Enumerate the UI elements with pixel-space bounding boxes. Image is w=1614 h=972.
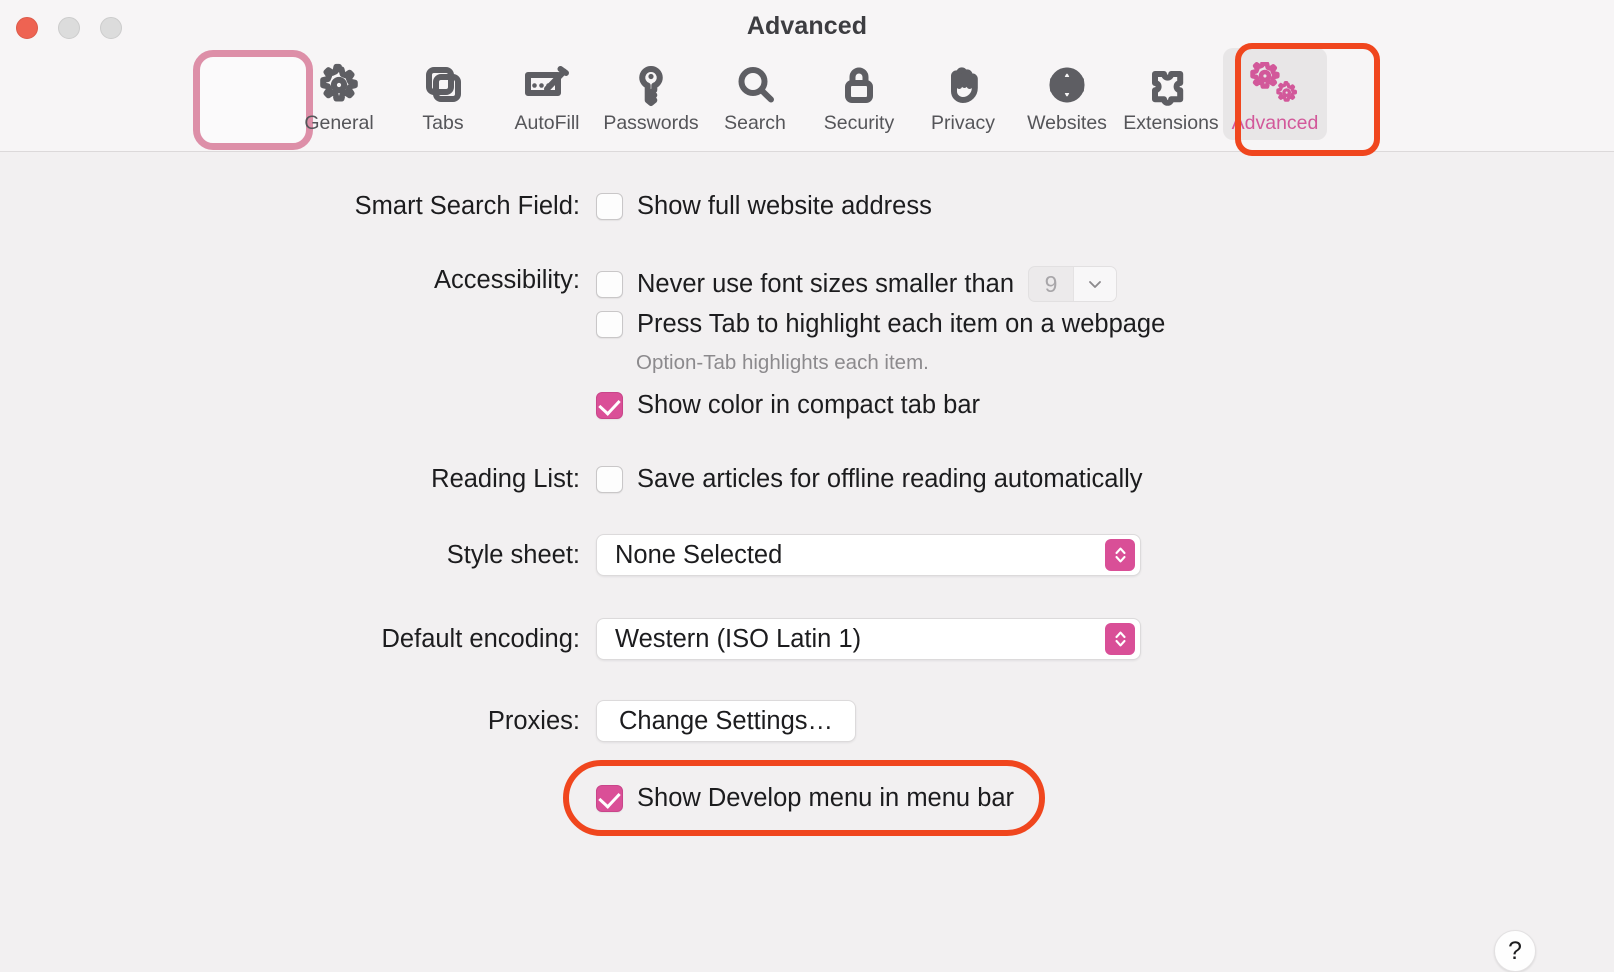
row-compact-tab-color: Show color in compact tab bar xyxy=(596,391,980,420)
chevron-down-icon[interactable] xyxy=(1073,267,1116,301)
checkbox-never-use-font-sizes-smaller-than[interactable] xyxy=(596,270,623,298)
checkbox-press-tab-highlight[interactable] xyxy=(596,311,623,338)
tab-autofill[interactable]: AutoFill xyxy=(495,48,599,140)
tab-passwords[interactable]: Passwords xyxy=(599,48,703,140)
tab-security[interactable]: Security xyxy=(807,48,911,140)
default-encoding-value: Western (ISO Latin 1) xyxy=(615,624,862,653)
font-size-value: 9 xyxy=(1044,270,1058,297)
checkbox-show-color-compact-tab-bar[interactable] xyxy=(596,392,623,419)
checkbox-show-develop-menu[interactable] xyxy=(596,785,623,812)
row-develop-menu: Show Develop menu in menu bar xyxy=(596,784,1014,813)
autofill-icon xyxy=(521,62,573,108)
tab-label-tabs: Tabs xyxy=(422,112,464,134)
double-gear-icon xyxy=(1249,62,1301,108)
globe-icon xyxy=(1044,62,1090,108)
hand-icon xyxy=(940,62,986,108)
title-bar: Advanced General Tabs AutoFill Passwords… xyxy=(0,0,1614,156)
row-smart-search-field: Show full website address xyxy=(596,192,932,221)
tab-label-autofill: AutoFill xyxy=(514,112,580,134)
hint-option-tab: Option-Tab highlights each item. xyxy=(636,351,929,374)
window-title: Advanced xyxy=(746,12,868,40)
checkbox-save-articles-offline[interactable] xyxy=(596,466,623,493)
tab-label-websites: Websites xyxy=(1027,112,1107,134)
tab-general[interactable]: General xyxy=(287,48,391,140)
checkbox-label-show-full-website-address: Show full website address xyxy=(637,192,932,220)
tab-advanced[interactable]: Advanced xyxy=(1223,48,1327,140)
tabs-icon xyxy=(420,62,466,108)
row-style-sheet: None Selected xyxy=(596,534,1141,576)
preferences-toolbar: General Tabs AutoFill Passwords Search S… xyxy=(0,48,1614,152)
tab-search[interactable]: Search xyxy=(703,48,807,140)
tab-label-advanced: Advanced xyxy=(1231,112,1319,134)
row-proxies: Change Settings… xyxy=(596,700,857,742)
tab-label-search: Search xyxy=(724,112,786,134)
checkbox-show-full-website-address[interactable] xyxy=(596,193,623,220)
key-icon xyxy=(628,62,674,108)
checkbox-label-never-use-font-sizes-smaller-than: Never use font sizes smaller than xyxy=(637,269,1014,298)
updown-chevron-icon[interactable] xyxy=(1105,623,1135,655)
tab-label-extensions: Extensions xyxy=(1123,112,1219,134)
style-sheet-value: None Selected xyxy=(615,540,783,569)
tab-extensions[interactable]: Extensions xyxy=(1119,48,1223,140)
lock-icon xyxy=(836,62,882,108)
row-press-tab: Press Tab to highlight each item on a we… xyxy=(596,310,1165,339)
tab-websites[interactable]: Websites xyxy=(1015,48,1119,140)
search-icon xyxy=(732,62,778,108)
checkbox-label-save-articles-offline: Save articles for offline reading automa… xyxy=(637,465,1143,493)
checkbox-label-show-color-compact-tab-bar: Show color in compact tab bar xyxy=(637,391,981,419)
font-size-stepper[interactable]: 9 xyxy=(1028,266,1117,302)
safari-preferences-window: Advanced General Tabs AutoFill Passwords… xyxy=(0,0,1614,972)
tab-label-privacy: Privacy xyxy=(931,112,995,134)
row-reading-list: Save articles for offline reading automa… xyxy=(596,465,1143,494)
puzzle-icon xyxy=(1145,62,1197,108)
advanced-settings-pane: Smart Search Field: Show full website ad… xyxy=(0,153,1614,972)
checkbox-label-show-develop-menu: Show Develop menu in menu bar xyxy=(637,784,1015,812)
row-min-font-size: Never use font sizes smaller than 9 xyxy=(596,266,1117,302)
row-default-encoding: Western (ISO Latin 1) xyxy=(596,618,1141,660)
updown-chevron-icon[interactable] xyxy=(1105,539,1135,571)
tab-privacy[interactable]: Privacy xyxy=(911,48,1015,140)
tab-label-passwords: Passwords xyxy=(603,112,699,134)
tab-label-security: Security xyxy=(823,112,895,134)
style-sheet-popup-button[interactable]: None Selected xyxy=(596,534,1141,576)
tab-label-general: General xyxy=(304,112,374,134)
help-button[interactable]: ? xyxy=(1494,930,1536,972)
gear-icon xyxy=(316,62,362,108)
default-encoding-popup-button[interactable]: Western (ISO Latin 1) xyxy=(596,618,1141,660)
checkbox-label-press-tab-highlight: Press Tab to highlight each item on a we… xyxy=(637,310,1166,338)
change-settings-button[interactable]: Change Settings… xyxy=(596,700,857,742)
tab-tabs[interactable]: Tabs xyxy=(391,48,495,140)
